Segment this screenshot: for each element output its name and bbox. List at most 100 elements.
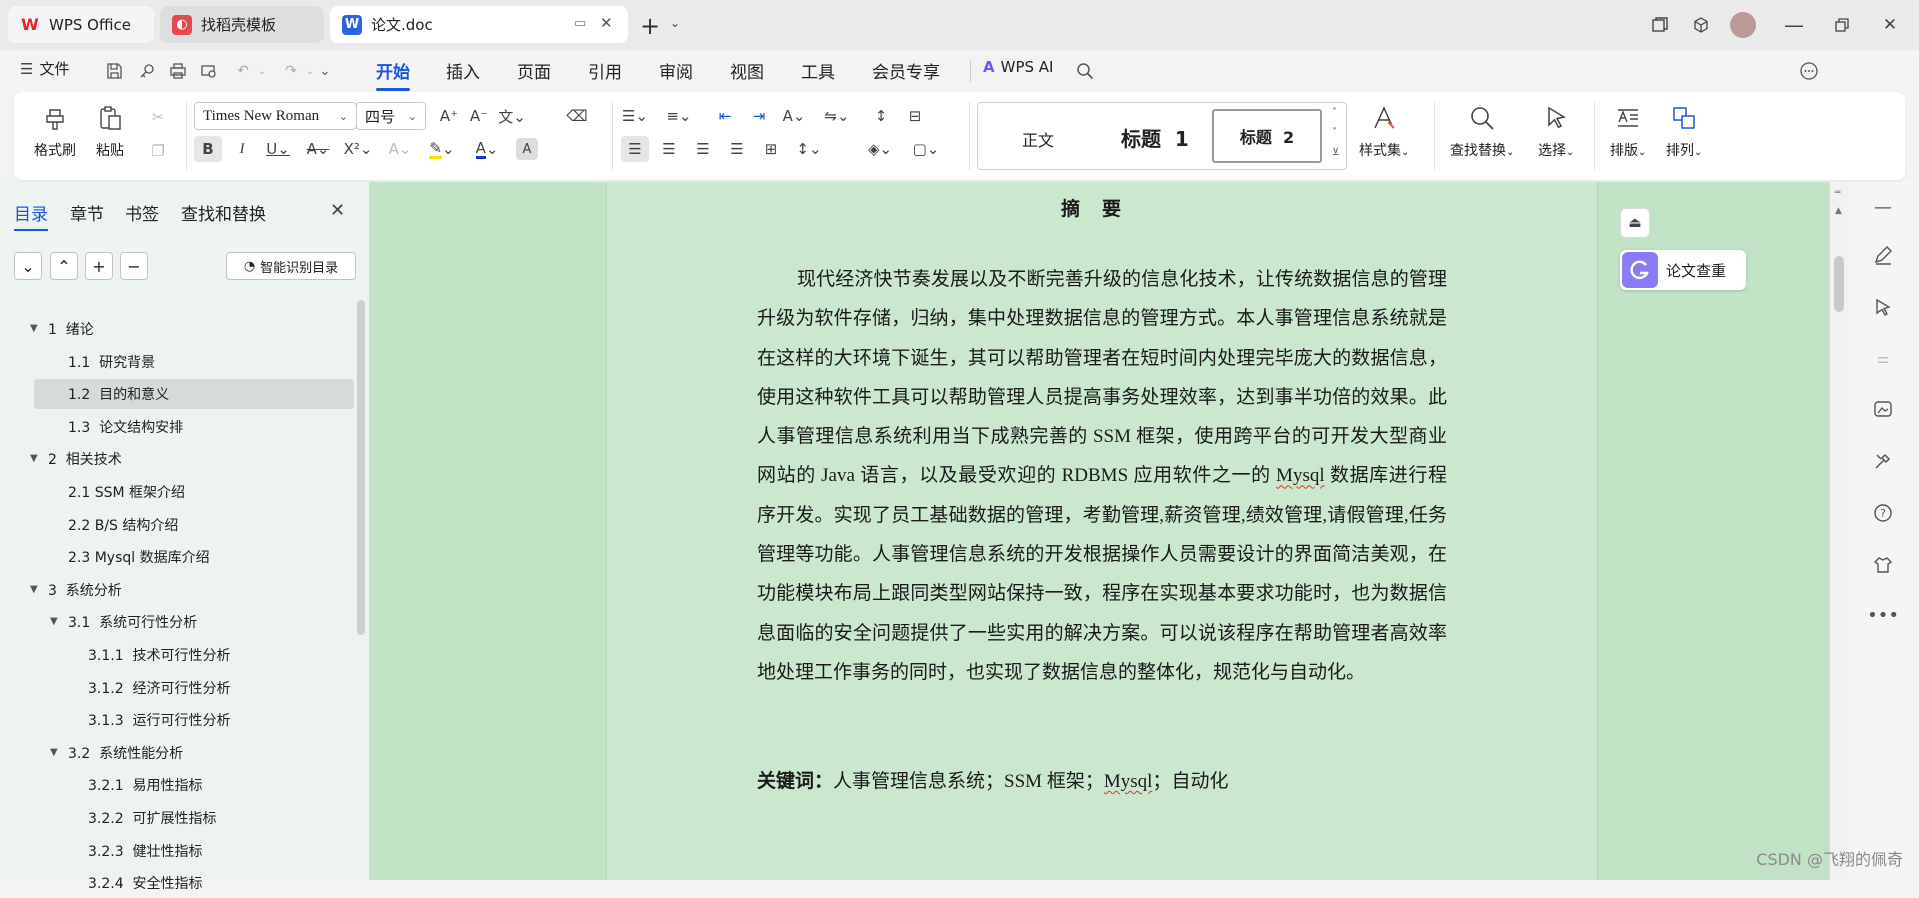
toc-item[interactable]: 2.2 B/S 结构介绍: [20, 510, 350, 540]
toc-item[interactable]: 1.1 研究背景: [20, 347, 350, 377]
grow-font-icon[interactable]: A⁺: [435, 103, 463, 129]
bullet-list-icon[interactable]: ☰⌄: [621, 103, 649, 129]
nav-tab-bookmarks[interactable]: 书签: [125, 200, 159, 225]
vertical-scrollbar[interactable]: ═ ▲: [1830, 182, 1848, 880]
toc-item[interactable]: 3.2.4 安全性指标: [20, 868, 350, 898]
help-icon[interactable]: ?: [1870, 500, 1896, 526]
scrollbar-thumb[interactable]: [1834, 256, 1844, 312]
close-pane-icon[interactable]: ✕: [330, 200, 345, 221]
bold-button[interactable]: B: [194, 136, 222, 162]
font-size-select[interactable]: 四号 ⌄: [356, 102, 426, 130]
char-shading-button[interactable]: A: [516, 138, 538, 160]
style-set-button[interactable]: 样式集⌄: [1359, 102, 1409, 160]
wps-ai-button[interactable]: A WPS AI: [983, 58, 1053, 76]
text-direction-icon[interactable]: A⌄: [780, 103, 808, 129]
close-tab-icon[interactable]: ✕: [600, 14, 613, 32]
gallery-up-icon[interactable]: ˄: [1332, 107, 1337, 118]
expand-caret-icon[interactable]: ▼: [50, 616, 60, 627]
comment-bubble-icon[interactable]: [1798, 60, 1820, 82]
toc-item[interactable]: ▼ 1 绪论: [20, 314, 350, 344]
avatar[interactable]: [1730, 12, 1756, 38]
find-replace-button[interactable]: 查找替换⌄: [1450, 102, 1514, 160]
pen-edit-icon[interactable]: [1870, 242, 1896, 268]
tab-view[interactable]: 视图: [730, 58, 764, 83]
font-color-button[interactable]: A ⌄: [473, 136, 501, 162]
toc-item[interactable]: ▼ 3.2 系统性能分析: [20, 738, 350, 768]
tab-tools[interactable]: 工具: [801, 58, 835, 83]
more-chevron-icon[interactable]: ⌄: [314, 60, 336, 82]
toc-item[interactable]: 2.1 SSM 框架介绍: [20, 477, 350, 507]
phonetic-guide-icon[interactable]: 文⌄: [498, 103, 526, 129]
gallery-more-icon[interactable]: ⊻: [1332, 147, 1339, 158]
tab-document[interactable]: W 论文.doc ▭ ✕: [330, 6, 628, 43]
document-page[interactable]: 摘要 现代经济快节奏发展以及不断完善升级的信息化技术，让传统数据信息的管理升级为…: [606, 182, 1598, 880]
link-icon[interactable]: [136, 60, 158, 82]
toc-item[interactable]: ▼ 2 相关技术: [20, 444, 350, 474]
clear-format-icon[interactable]: ⌫: [563, 103, 591, 129]
toc-item[interactable]: 3.1.2 经济可行性分析: [20, 673, 350, 703]
text-effect-icon[interactable]: A⌄: [386, 136, 414, 162]
superscript-button[interactable]: X²⌄: [344, 136, 373, 162]
new-tab-plus-icon[interactable]: +: [640, 12, 660, 40]
style-heading2[interactable]: 标题 2: [1212, 109, 1322, 163]
expand-caret-icon[interactable]: ▼: [50, 747, 60, 758]
keywords-line[interactable]: 关键词：人事管理信息系统；SSM 框架；Mysql；自动化: [757, 766, 1447, 793]
scroll-up-icon[interactable]: ▲: [1835, 206, 1842, 216]
arrange-button[interactable]: 排列⌄: [1666, 102, 1702, 160]
tab-insert[interactable]: 插入: [446, 58, 480, 83]
toc-item[interactable]: 3.2.3 健壮性指标: [20, 836, 350, 866]
format-painter-button[interactable]: 格式刷: [34, 102, 76, 160]
search-icon[interactable]: [1074, 60, 1096, 82]
highlight-color-button[interactable]: ✎ ⌄: [428, 136, 456, 162]
tab-docer[interactable]: ◐ 找稻壳模板: [160, 6, 324, 43]
select-button[interactable]: 选择⌄: [1538, 102, 1574, 160]
gallery-down-icon[interactable]: ˅: [1332, 127, 1337, 138]
increase-indent-icon[interactable]: ⇥: [745, 103, 773, 129]
window-icon[interactable]: ▭: [574, 16, 586, 31]
print-preview-icon[interactable]: [198, 60, 220, 82]
chevron-down-icon[interactable]: ⌄: [670, 16, 680, 30]
toc-item[interactable]: 3.1.1 技术可行性分析: [20, 640, 350, 670]
misspelled-word[interactable]: Mysql: [1276, 465, 1325, 486]
shrink-font-icon[interactable]: A⁻: [465, 103, 493, 129]
tab-member[interactable]: 会员专享: [872, 58, 940, 83]
toc-item[interactable]: 3.1.3 运行可行性分析: [20, 705, 350, 735]
italic-button[interactable]: I: [228, 136, 256, 162]
align-left-button[interactable]: ☰: [621, 136, 649, 162]
image-tool-icon[interactable]: [1870, 396, 1896, 422]
toc-item[interactable]: 3.2.1 易用性指标: [20, 770, 350, 800]
decrease-indent-icon[interactable]: ⇤: [711, 103, 739, 129]
tab-wps-office[interactable]: W WPS Office: [8, 6, 154, 43]
close-window-icon[interactable]: ✕: [1877, 12, 1903, 38]
remove-heading-button[interactable]: −: [120, 252, 148, 280]
shirt-skin-icon[interactable]: [1870, 552, 1896, 578]
align-center-button[interactable]: ☰: [655, 136, 683, 162]
restore-icon[interactable]: [1829, 12, 1855, 38]
more-dots-icon[interactable]: •••: [1867, 602, 1899, 628]
tab-page[interactable]: 页面: [517, 58, 551, 83]
line-spacing-button[interactable]: ↕⌄: [795, 136, 823, 162]
print-icon[interactable]: [167, 60, 189, 82]
select-cursor-icon[interactable]: [1870, 294, 1896, 320]
toc-item[interactable]: 3.2.2 可扩展性指标: [20, 803, 350, 833]
toc-scrollbar[interactable]: [357, 300, 365, 635]
sliders-icon[interactable]: ⚌: [1870, 346, 1896, 372]
line-wrap-icon[interactable]: ⇋⌄: [823, 103, 851, 129]
nav-tab-chapters[interactable]: 章节: [70, 200, 104, 225]
strikethrough-button[interactable]: A⌄: [304, 136, 332, 162]
cut-icon[interactable]: ✂: [144, 104, 172, 130]
align-right-button[interactable]: ☰: [689, 136, 717, 162]
tab-references[interactable]: 引用: [588, 58, 622, 83]
undo-dropdown-icon[interactable]: ⌄: [251, 60, 273, 82]
tab-review[interactable]: 审阅: [659, 58, 693, 83]
toc-item[interactable]: ▼ 3 系统分析: [20, 575, 350, 605]
expand-caret-icon[interactable]: ▼: [30, 453, 40, 464]
underline-button[interactable]: U⌄: [264, 136, 292, 162]
shading-fill-button[interactable]: ◈⌄: [866, 136, 894, 162]
style-normal[interactable]: 正文: [1022, 127, 1054, 151]
expand-caret-icon[interactable]: ▼: [30, 323, 40, 334]
plagiarism-check-button[interactable]: 论文查重: [1620, 250, 1746, 290]
expand-caret-icon[interactable]: ▼: [30, 584, 40, 595]
toc-item[interactable]: 2.3 Mysql 数据库介绍: [20, 542, 350, 572]
smart-toc-button[interactable]: ◔ 智能识别目录: [226, 252, 356, 280]
